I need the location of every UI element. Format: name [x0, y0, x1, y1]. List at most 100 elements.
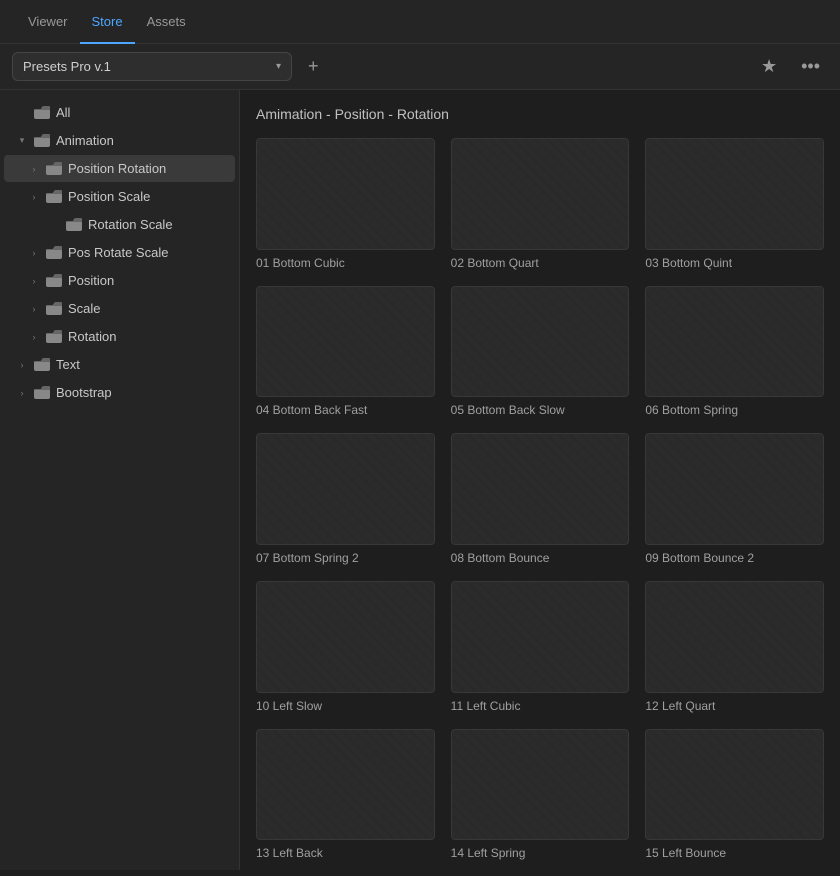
folder-icon	[46, 330, 62, 344]
chevron-right-icon: ›	[28, 163, 40, 175]
sidebar-item-position[interactable]: › Position	[4, 267, 235, 294]
preset-label-5: 05 Bottom Back Slow	[451, 403, 630, 417]
sidebar-item-label-position-rotation: Position Rotation	[68, 161, 166, 176]
folder-icon	[46, 190, 62, 204]
chevron-right-icon: ›	[28, 275, 40, 287]
preset-item-15[interactable]: 15 Left Bounce	[645, 729, 824, 861]
sidebar-item-pos-rotate-scale[interactable]: › Pos Rotate Scale	[4, 239, 235, 266]
preset-item-6[interactable]: 06 Bottom Spring	[645, 286, 824, 418]
sidebar-item-animation[interactable]: ▾ Animation	[4, 127, 235, 154]
preset-item-12[interactable]: 12 Left Quart	[645, 581, 824, 713]
chevron-down-icon: ▾	[276, 61, 281, 72]
tab-bar: Viewer Store Assets	[0, 0, 840, 44]
preset-label-12: 12 Left Quart	[645, 699, 824, 713]
preset-label-13: 13 Left Back	[256, 846, 435, 860]
preset-item-7[interactable]: 07 Bottom Spring 2	[256, 433, 435, 565]
preset-dropdown[interactable]: Presets Pro v.1 ▾	[12, 52, 292, 81]
sidebar-item-bootstrap[interactable]: › Bootstrap	[4, 379, 235, 406]
sidebar-item-text[interactable]: › Text	[4, 351, 235, 378]
sidebar-item-label-position-scale: Position Scale	[68, 189, 150, 204]
preset-thumbnail-8	[451, 433, 630, 545]
preset-label-1: 01 Bottom Cubic	[256, 256, 435, 270]
sidebar-item-label-pos-rotate-scale: Pos Rotate Scale	[68, 245, 168, 260]
preset-item-9[interactable]: 09 Bottom Bounce 2	[645, 433, 824, 565]
preset-item-2[interactable]: 02 Bottom Quart	[451, 138, 630, 270]
chevron-right-icon: ›	[16, 387, 28, 399]
preset-item-1[interactable]: 01 Bottom Cubic	[256, 138, 435, 270]
main-layout: All ▾ Animation › Position Rotation › Position…	[0, 90, 840, 870]
preset-label-14: 14 Left Spring	[451, 846, 630, 860]
preset-thumbnail-6	[645, 286, 824, 398]
preset-thumbnail-12	[645, 581, 824, 693]
folder-icon	[46, 162, 62, 176]
sidebar-item-label-bootstrap: Bootstrap	[56, 385, 112, 400]
content-area: Amimation - Position - Rotation 01 Botto…	[240, 90, 840, 870]
sidebar-item-scale[interactable]: › Scale	[4, 295, 235, 322]
preset-thumbnail-3	[645, 138, 824, 250]
preset-item-5[interactable]: 05 Bottom Back Slow	[451, 286, 630, 418]
sidebar-item-all[interactable]: All	[4, 99, 235, 126]
preset-thumbnail-14	[451, 729, 630, 841]
sidebar-item-label-all: All	[56, 105, 70, 120]
sidebar: All ▾ Animation › Position Rotation › Position…	[0, 90, 240, 870]
folder-icon	[46, 274, 62, 288]
preset-item-14[interactable]: 14 Left Spring	[451, 729, 630, 861]
preset-label-8: 08 Bottom Bounce	[451, 551, 630, 565]
preset-label-15: 15 Left Bounce	[645, 846, 824, 860]
folder-icon	[66, 218, 82, 232]
add-button[interactable]: +	[300, 52, 327, 81]
sidebar-item-rotation[interactable]: › Rotation	[4, 323, 235, 350]
preset-thumbnail-13	[256, 729, 435, 841]
tab-assets[interactable]: Assets	[135, 0, 198, 44]
chevron-right-icon: ›	[28, 303, 40, 315]
chevron-right-icon: ›	[28, 191, 40, 203]
preset-thumbnail-1	[256, 138, 435, 250]
preset-thumbnail-5	[451, 286, 630, 398]
folder-icon	[34, 386, 50, 400]
chevron-right-icon: ›	[28, 247, 40, 259]
more-button[interactable]: •••	[793, 52, 828, 81]
preset-item-11[interactable]: 11 Left Cubic	[451, 581, 630, 713]
preset-thumbnail-7	[256, 433, 435, 545]
preset-thumbnail-4	[256, 286, 435, 398]
preset-thumbnail-10	[256, 581, 435, 693]
sidebar-item-label-rotation: Rotation	[68, 329, 116, 344]
preset-grid: 01 Bottom Cubic 02 Bottom Quart 03 Bottom …	[256, 138, 824, 860]
content-header: Amimation - Position - Rotation	[256, 106, 824, 122]
preset-item-13[interactable]: 13 Left Back	[256, 729, 435, 861]
preset-label-2: 02 Bottom Quart	[451, 256, 630, 270]
sidebar-item-position-rotation[interactable]: › Position Rotation	[4, 155, 235, 182]
preset-item-8[interactable]: 08 Bottom Bounce	[451, 433, 630, 565]
star-button[interactable]: ★	[753, 52, 785, 81]
preset-item-4[interactable]: 04 Bottom Back Fast	[256, 286, 435, 418]
chevron-right-icon: ›	[28, 331, 40, 343]
folder-icon	[46, 302, 62, 316]
sidebar-item-label-rotation-scale: Rotation Scale	[88, 217, 173, 232]
sidebar-item-label-animation: Animation	[56, 133, 114, 148]
preset-label-4: 04 Bottom Back Fast	[256, 403, 435, 417]
preset-label-6: 06 Bottom Spring	[645, 403, 824, 417]
sidebar-item-rotation-scale[interactable]: Rotation Scale	[4, 211, 235, 238]
preset-thumbnail-15	[645, 729, 824, 841]
preset-item-3[interactable]: 03 Bottom Quint	[645, 138, 824, 270]
preset-label-10: 10 Left Slow	[256, 699, 435, 713]
preset-label-9: 09 Bottom Bounce 2	[645, 551, 824, 565]
folder-icon	[34, 134, 50, 148]
tab-store[interactable]: Store	[80, 0, 135, 44]
preset-thumbnail-11	[451, 581, 630, 693]
sidebar-item-label-scale: Scale	[68, 301, 101, 316]
preset-label-3: 03 Bottom Quint	[645, 256, 824, 270]
preset-item-10[interactable]: 10 Left Slow	[256, 581, 435, 713]
sidebar-item-label-position: Position	[68, 273, 114, 288]
sidebar-item-label-text: Text	[56, 357, 80, 372]
folder-icon	[34, 358, 50, 372]
preset-label-7: 07 Bottom Spring 2	[256, 551, 435, 565]
tab-viewer[interactable]: Viewer	[16, 0, 80, 44]
preset-thumbnail-2	[451, 138, 630, 250]
chevron-right-icon: ›	[16, 359, 28, 371]
preset-select-label: Presets Pro v.1	[23, 59, 111, 74]
chevron-right-icon: ▾	[16, 135, 28, 147]
preset-thumbnail-9	[645, 433, 824, 545]
toolbar: Presets Pro v.1 ▾ + ★ •••	[0, 44, 840, 90]
sidebar-item-position-scale[interactable]: › Position Scale	[4, 183, 235, 210]
